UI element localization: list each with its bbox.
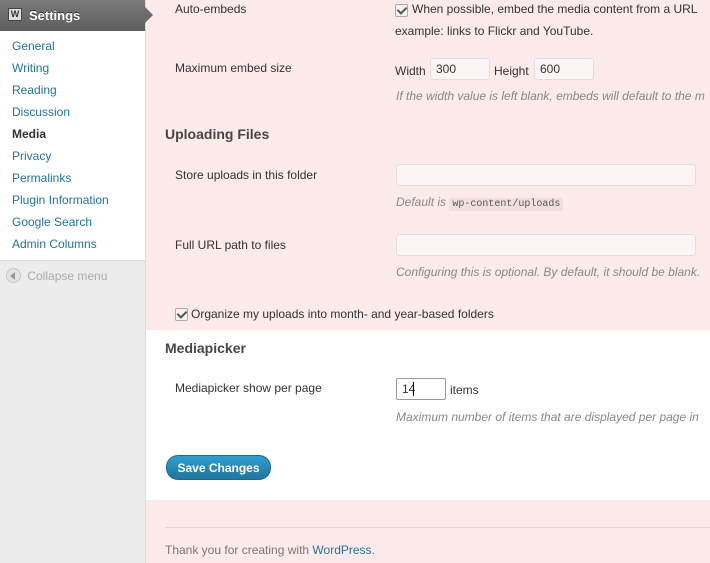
text-cursor [413,382,414,396]
sidebar-item-writing[interactable]: Writing [12,61,49,75]
sidebar-item-media[interactable]: Media [12,127,46,141]
save-changes-button[interactable]: Save Changes [166,455,271,480]
upload-path-default-code: wp-content/uploads [449,198,564,211]
max-embed-size-label: Maximum embed size [175,61,292,75]
auto-embeds-label: Auto-embeds [175,2,247,16]
settings-icon: W [8,8,22,21]
height-label: Height [494,64,529,78]
uploading-files-heading: Uploading Files [165,126,270,142]
sidebar-item-privacy[interactable]: Privacy [12,149,51,163]
sidebar-item-google-search[interactable]: Google Search [12,215,92,229]
auto-embeds-checkbox[interactable] [395,4,408,17]
store-uploads-label: Store uploads in this folder [175,168,318,182]
collapse-arrow-icon [6,268,21,284]
mediapicker-per-page-input[interactable] [396,378,446,400]
sidebar-item-plugin-information[interactable]: Plugin Information [12,193,109,207]
upload-path-input[interactable] [396,164,696,186]
upload-url-description: Configuring this is optional. By default… [396,265,701,279]
width-label: Width [395,64,426,78]
collapse-menu-label: Collapse menu [27,268,108,283]
mediapicker-per-page-description: Maximum number of items that are display… [396,410,699,424]
embed-height-input[interactable] [534,58,594,80]
settings-menu-title: Settings [29,8,81,23]
wordpress-link[interactable]: WordPress [312,543,371,557]
media-settings-form: Auto-embeds When possible, embed the med… [146,0,710,563]
auto-embeds-text: When possible, embed the media content f… [412,2,698,16]
settings-menu-header[interactable]: W Settings [0,0,153,31]
auto-embeds-example: example: links to Flickr and YouTube. [395,24,594,38]
sidebar-item-admin-columns[interactable]: Admin Columns [12,237,97,251]
settings-submenu: General Writing Reading Discussion Media… [0,31,145,261]
collapse-menu-button[interactable]: Collapse menu [6,268,108,284]
upload-url-input[interactable] [396,234,696,256]
mediapicker-heading: Mediapicker [165,340,246,356]
sidebar-item-general[interactable]: General [12,39,55,53]
organize-uploads-checkbox[interactable] [175,308,188,321]
full-url-path-label: Full URL path to files [175,238,286,252]
sidebar-item-permalinks[interactable]: Permalinks [12,171,71,185]
max-embed-description: If the width value is left blank, embeds… [396,89,705,103]
footer-credit-suffix: . [371,543,375,557]
mediapicker-per-page-label: Mediapicker show per page [175,381,322,395]
footer-credit-text: Thank you for creating with [165,543,310,557]
mediapicker-items-suffix: items [450,383,479,397]
footer-credit: Thank you for creating with WordPress. [165,543,375,557]
upload-path-desc-prefix: Default is [396,195,447,209]
embed-width-input[interactable] [430,58,490,80]
admin-sidebar: W Settings General Writing Reading Discu… [0,0,153,563]
upload-path-description: Default is wp-content/uploads [396,195,564,211]
sidebar-item-reading[interactable]: Reading [12,83,57,97]
sidebar-item-discussion[interactable]: Discussion [12,105,70,119]
footer-divider [165,527,710,528]
organize-uploads-label: Organize my uploads into month- and year… [191,307,494,321]
